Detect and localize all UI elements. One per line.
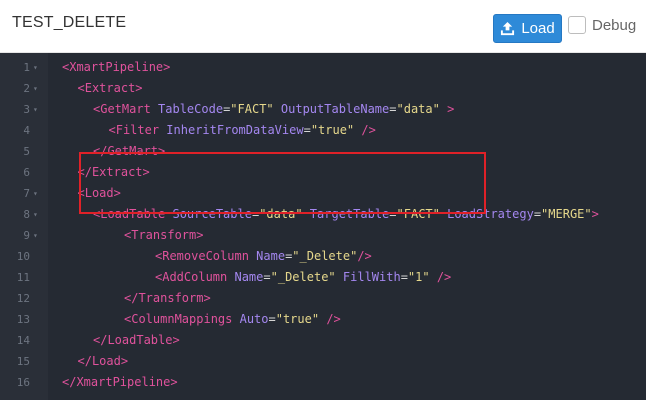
load-button-label: Load <box>521 20 555 37</box>
code-token-str: "true" <box>275 312 320 326</box>
code-token-tag: <XmartPipeline> <box>62 60 171 74</box>
highlight-box <box>79 152 486 214</box>
code-token-tag: </XmartPipeline> <box>62 375 178 389</box>
code-text: </Transform> <box>124 288 211 309</box>
code-editor[interactable]: 1 ▾ <XmartPipeline> 2 ▾ <Extract> 3 ▾ <GetMart T… <box>0 53 646 400</box>
line-number: 8 <box>23 208 30 221</box>
code-text: <RemoveColumn Name="_Delete"/> <box>155 246 372 267</box>
code-token-str: "_Delete" <box>270 270 336 284</box>
fold-arrow-icon[interactable]: ▾ <box>33 204 38 225</box>
code-line[interactable]: 11 <AddColumn Name="_Delete" FillWith="1"… <box>0 267 646 288</box>
line-number: 14 <box>16 334 30 347</box>
line-number: 9 <box>23 229 30 242</box>
code-token-attr: FillWith <box>342 270 401 284</box>
fold-arrow-icon[interactable]: ▾ <box>33 99 38 120</box>
line-number: 4 <box>23 124 30 137</box>
load-button[interactable]: Load <box>493 14 562 43</box>
code-token-tag: <Filter <box>108 123 167 137</box>
code-token-str: "FACT" <box>230 102 274 116</box>
code-text: </LoadTable> <box>93 330 180 351</box>
code-token-str: "MERGE" <box>541 207 592 221</box>
code-token-txt: = <box>263 270 271 284</box>
page-header: TEST_DELETE Load Debug <box>0 0 646 53</box>
code-line[interactable]: 10 <RemoveColumn Name="_Delete"/> <box>0 246 646 267</box>
code-text: <GetMart TableCode = "FACT" OutputTableNam… <box>93 99 454 120</box>
code-token-tag: /> <box>319 312 341 326</box>
code-token-attr: Name <box>256 249 286 263</box>
code-text: <AddColumn Name="_Delete" FillWith="1" /… <box>155 267 451 288</box>
line-number: 1 <box>23 61 30 74</box>
line-number: 13 <box>16 313 30 326</box>
code-token-tag: > <box>591 207 599 221</box>
line-number: 7 <box>23 187 30 200</box>
code-token-tag: /> <box>357 249 372 263</box>
code-text: <Transform> <box>124 225 203 246</box>
code-line[interactable]: 2 ▾ <Extract> <box>0 78 646 99</box>
line-number: 10 <box>16 250 30 263</box>
code-text: <Filter InheritFromDataView="true" /> <box>109 120 376 141</box>
fold-arrow-icon[interactable]: ▾ <box>33 225 38 246</box>
line-number: 15 <box>16 355 30 368</box>
code-token-str: "true" <box>310 123 355 137</box>
line-number: 16 <box>16 376 30 389</box>
code-token-attr: TableCode <box>158 102 224 116</box>
fold-arrow-icon[interactable]: ▾ <box>33 78 38 99</box>
code-token-attr: InheritFromDataView <box>166 123 304 137</box>
code-token-txt: = <box>400 270 408 284</box>
line-number: 12 <box>16 292 30 305</box>
code-line[interactable]: 14 </LoadTable> <box>0 330 646 351</box>
code-line[interactable]: 15 </Load> <box>0 351 646 372</box>
code-token-attr: Auto <box>239 312 269 326</box>
code-token-tag: <AddColumn <box>155 270 235 284</box>
code-line[interactable]: 3 ▾ <GetMart TableCode = "FACT" OutputTableN… <box>0 99 646 120</box>
code-line[interactable]: 13 <ColumnMappings Auto="true" /> <box>0 309 646 330</box>
code-token-tag: <ColumnMappings <box>124 312 240 326</box>
fold-arrow-icon[interactable]: ▾ <box>33 183 38 204</box>
code-text: <Extract> <box>78 78 143 99</box>
code-line[interactable]: 16 </XmartPipeline> <box>0 372 646 393</box>
upload-icon <box>501 21 515 36</box>
code-token-tag: /> <box>429 270 452 284</box>
code-line[interactable]: 1 ▾ <XmartPipeline> <box>0 57 646 78</box>
code-text: </Load> <box>78 351 129 372</box>
code-text: </XmartPipeline> <box>62 372 178 393</box>
code-token-attr: OutputTableName <box>280 102 390 116</box>
code-text: <XmartPipeline> <box>62 57 170 78</box>
code-token-tag: > <box>439 102 455 116</box>
debug-toggle[interactable]: Debug <box>568 16 636 34</box>
code-token-tag: </Load> <box>77 354 129 368</box>
line-number: 6 <box>23 166 30 179</box>
code-token-tag: <GetMart <box>93 102 159 116</box>
line-number: 2 <box>23 82 30 95</box>
page-title: TEST_DELETE <box>12 14 127 31</box>
debug-checkbox[interactable] <box>568 16 586 34</box>
code-token-txt: = <box>268 312 276 326</box>
code-token-tag: </LoadTable> <box>93 333 180 347</box>
code-line[interactable]: 12 </Transform> <box>0 288 646 309</box>
line-number: 11 <box>16 271 30 284</box>
code-token-tag: <Transform> <box>124 228 204 242</box>
debug-label: Debug <box>592 16 637 34</box>
code-line[interactable]: 4 <Filter InheritFromDataView="true" /> <box>0 120 646 141</box>
code-token-txt: = <box>389 102 397 116</box>
code-token-txt: = <box>533 207 542 221</box>
code-line[interactable]: 9 ▾ <Transform> <box>0 225 646 246</box>
code-token-str: "1" <box>407 270 430 284</box>
line-number: 5 <box>23 145 30 158</box>
code-token-tag: <RemoveColumn <box>155 249 257 263</box>
code-token-tag: /> <box>354 123 376 137</box>
code-token-str: "data" <box>396 102 440 116</box>
line-number: 3 <box>23 103 30 116</box>
code-text: <ColumnMappings Auto="true" /> <box>124 309 341 330</box>
code-token-str: "_Delete" <box>292 249 358 263</box>
code-token-txt: = <box>303 123 311 137</box>
fold-arrow-icon[interactable]: ▾ <box>33 57 38 78</box>
code-token-tag: <Extract> <box>77 81 143 95</box>
code-token-tag: </Transform> <box>124 291 211 305</box>
code-token-attr: Name <box>234 270 264 284</box>
